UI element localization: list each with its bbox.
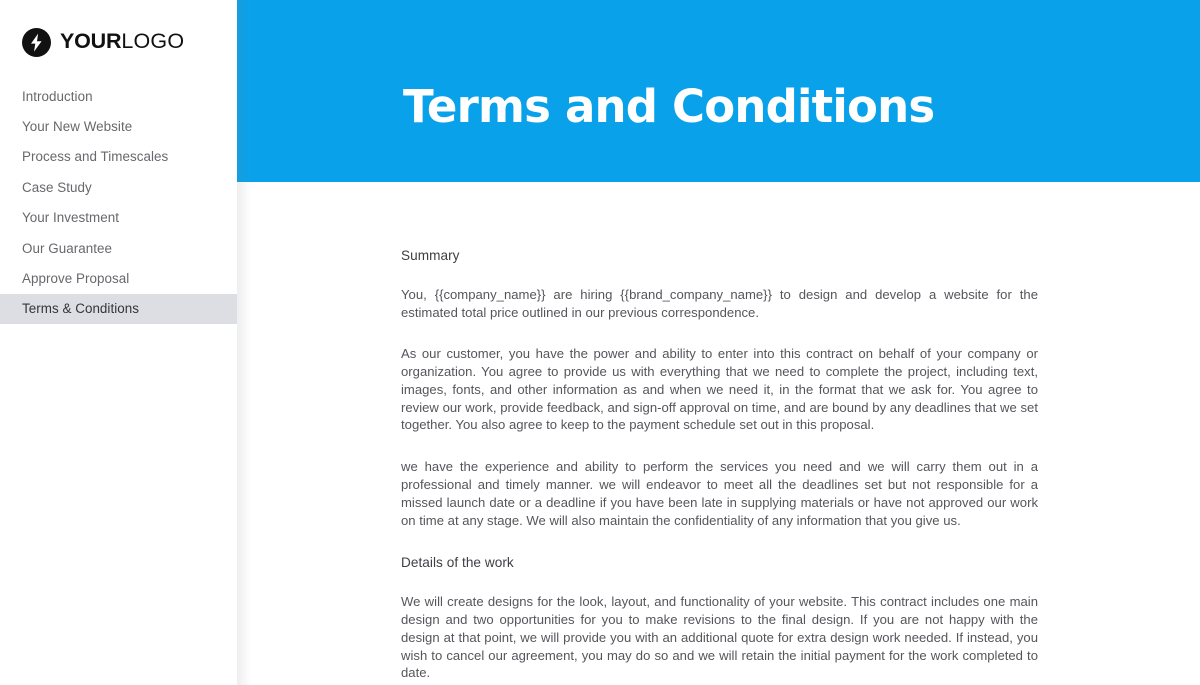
logo-text-light: LOGO <box>121 29 185 54</box>
logo[interactable]: YOURLOGO <box>22 27 184 57</box>
sidebar-item-label: Our Guarantee <box>22 240 112 256</box>
sidebar-item-label: Case Study <box>22 179 92 195</box>
proposal-page: YOURLOGO Introduction Your New Website P… <box>0 0 1200 685</box>
document-content: Summary You, {{company_name}} are hiring… <box>401 182 1038 685</box>
page-header-banner: Terms and Conditions <box>237 0 1200 182</box>
sidebar-item-terms-and-conditions[interactable]: Terms & Conditions <box>0 293 237 325</box>
sidebar-item-case-study[interactable]: Case Study <box>0 172 237 202</box>
lightning-bolt-icon <box>22 27 51 57</box>
section-heading-summary: Summary <box>401 248 460 263</box>
section-heading-details-of-the-work: Details of the work <box>401 555 514 571</box>
logo-text-bold: YOUR <box>60 29 122 54</box>
sidebar-item-process-and-timescales[interactable]: Process and Timescales <box>0 142 237 172</box>
paragraph: we have the experience and ability to pe… <box>401 459 1038 528</box>
sidebar-item-label: Approve Proposal <box>22 271 130 287</box>
sidebar-item-your-investment[interactable]: Your Investment <box>0 203 237 233</box>
sidebar-item-label: Terms & Conditions <box>22 301 139 317</box>
logo-wordmark: YOURLOGO <box>60 31 184 53</box>
sidebar-item-introduction[interactable]: Introduction <box>0 81 237 111</box>
sidebar-item-our-guarantee[interactable]: Our Guarantee <box>0 233 237 263</box>
page-title: Terms and Conditions <box>403 80 935 134</box>
sidebar-item-label: Your New Website <box>22 119 133 135</box>
sidebar-item-label: Your Investment <box>22 210 120 226</box>
sidebar-nav: Introduction Your New Website Process an… <box>0 81 237 325</box>
sidebar-item-your-new-website[interactable]: Your New Website <box>0 111 237 141</box>
sidebar: YOURLOGO Introduction Your New Website P… <box>0 0 237 685</box>
sidebar-item-approve-proposal[interactable]: Approve Proposal <box>0 263 237 293</box>
paragraph: You, {{company_name}} are hiring {{brand… <box>401 286 1038 320</box>
paragraph: We will create designs for the look, lay… <box>401 594 1038 681</box>
paragraph: As our customer, you have the power and … <box>401 346 1038 433</box>
sidebar-item-label: Introduction <box>22 88 93 104</box>
sidebar-item-label: Process and Timescales <box>22 149 169 165</box>
